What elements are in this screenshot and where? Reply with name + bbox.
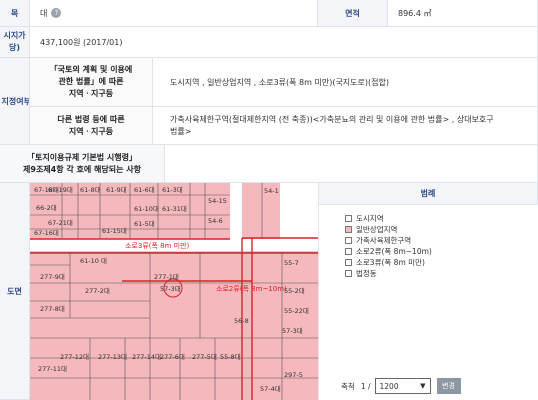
law2-label: 다른 법령 등에 따른 지역ㆍ지구등 <box>30 107 153 145</box>
zoning-header-text: 구등 지정여부 <box>0 96 30 106</box>
price-header: 시지가 당) <box>0 27 30 58</box>
blank-area-topright <box>280 183 318 239</box>
parcel-label: 277-14대 <box>132 353 161 361</box>
scale-value: 1200 <box>379 381 399 391</box>
legend-swatch <box>345 226 352 233</box>
law2-value-line2: 법률> <box>170 126 192 136</box>
parcel-label: 277-13대 <box>98 353 127 361</box>
scale-label: 축척 <box>341 381 355 391</box>
legend-item: 소로3류(폭 8m 미만) <box>345 257 538 268</box>
parcel-label: 54-1 <box>264 187 279 195</box>
price-header-line1: 시지가 <box>3 31 26 40</box>
parcel-label: 277-2대 <box>85 287 110 295</box>
scale-prefix: 1 / <box>360 381 371 391</box>
parcel-label: 277-5대 <box>192 353 217 361</box>
legend-label: 일반상업지역 <box>356 225 398 234</box>
zoning-header: 구등 지정여부 <box>0 58 30 145</box>
parcel-label: 277-1대 <box>154 273 179 281</box>
jimok-header: 목 <box>0 0 30 27</box>
legend-swatch <box>345 259 352 266</box>
parcel-label: 57-4대 <box>260 385 281 393</box>
road-vertical-top <box>230 183 242 239</box>
map-canvas[interactable]: 소로3류(폭 8m 미만) 소로2류(폭 8m~10m) 57-3대 67-18… <box>30 183 318 400</box>
parcel-label: 55-8대 <box>220 353 241 361</box>
parcel-label: 61-10 대 <box>80 257 107 265</box>
map-header: 도면 <box>0 183 30 400</box>
change-button[interactable]: 변경 <box>436 378 461 394</box>
enforce-label-line1: 「토지이용규제 기본법 시행령」 <box>27 152 137 162</box>
road-label-small: 소로3류(폭 8m 미만) <box>125 241 190 250</box>
legend-item: 도시지역 <box>345 213 538 224</box>
parcel-label: 67-16대 <box>34 229 59 237</box>
legend-item: 법정동 <box>345 268 538 279</box>
parcel-label: 54-6 <box>208 217 223 225</box>
cadastral-map[interactable]: 소로3류(폭 8m 미만) 소로2류(폭 8m~10m) 57-3대 67-18… <box>30 183 318 400</box>
parcel-label: 277-6대 <box>160 353 185 361</box>
legend-item: 일반상업지역 <box>345 224 538 235</box>
legend-swatch <box>345 215 352 222</box>
enforce-label-line2: 제9조제4항 각 호에 해당되는 사항 <box>23 164 141 174</box>
subject-parcel-label: 57-3대 <box>160 285 181 293</box>
scale-select[interactable]: 1200 ▼ <box>374 378 431 394</box>
parcel-label: 66-2대 <box>36 204 57 212</box>
price-header-line2: 당) <box>8 43 21 52</box>
parcel-label: 61-9대 <box>106 186 127 194</box>
parcel-label: 57-3대 <box>282 327 303 335</box>
law1-value: 도시지역 , 일반상업지역 , 소로3류(폭 8m 미만)(국지도로)(접합) <box>153 58 538 107</box>
law1-label-line3: 지역ㆍ지구등 <box>68 89 114 98</box>
law2-label-line1: 다른 법령 등에 따른 <box>57 114 125 124</box>
area-header: 면적 <box>318 0 388 27</box>
parcel-label: 67-19대 <box>48 186 73 194</box>
price-value: 437,100원 (2017/01) <box>30 27 538 58</box>
law1-label-line2: 관한 법률」에 따른 <box>58 77 124 86</box>
legend-label: 도시지역 <box>356 214 384 223</box>
legend-panel: 도시지역일반상업지역가축사육제한구역소로2류(폭 8m~10m) 소로3류(폭 8… <box>318 205 538 400</box>
help-icon[interactable]: ? <box>51 8 62 18</box>
jimok-value-cell: 대 ? <box>30 0 318 27</box>
law2-label-line2: 지역ㆍ지구등 <box>68 126 114 136</box>
legend-label: 가축사육제한구역 <box>356 236 412 245</box>
legend-label: 소로2류(폭 8m~10m) <box>356 247 432 256</box>
legend-label: 소로3류(폭 8m 미만) <box>356 258 425 267</box>
jimok-value: 대 <box>40 8 48 18</box>
parcel-label: 55-2대 <box>284 287 305 295</box>
area-value: 896.4 ㎡ <box>388 0 538 27</box>
parcel-label: 54-15 <box>208 197 227 205</box>
parcel-label: 61-6대 <box>134 186 155 194</box>
law2-value: 가축사육제한구역(절대제한지역 (전 축종))<가축분뇨의 관리 및 이용에 관… <box>153 107 538 145</box>
parcel-label: 61-5대 <box>134 220 155 228</box>
legend-swatch <box>345 270 352 277</box>
scale-control: 축척 1 / 1200 ▼ 변경 <box>341 378 461 394</box>
parcel-label: 277-12대 <box>60 353 89 361</box>
parcel-label: 55-7 <box>284 259 299 267</box>
legend-item: 소로2류(폭 8m~10m) <box>345 246 538 257</box>
parcel-label: 297-5 <box>284 371 303 379</box>
parcel-label: 61-31대 <box>162 205 187 213</box>
parcel-label: 61-8대 <box>80 186 101 194</box>
parcel-label: 277-9대 <box>40 273 65 281</box>
parcel-label: 277-8대 <box>40 305 65 313</box>
parcel-label: 61-10대 <box>134 205 159 213</box>
law1-label-line1: 「국토의 계획 및 이용에 <box>49 65 133 74</box>
parcel-label: 55-22대 <box>284 307 309 315</box>
legend-swatch <box>345 248 352 255</box>
parcel-label: 56-8 <box>234 317 249 325</box>
legend-item: 가축사육제한구역 <box>345 235 538 246</box>
parcel-label: 67-21대 <box>48 219 73 227</box>
law2-value-line1: 가축사육제한구역(절대제한지역 (전 축종))<가축분뇨의 관리 및 이용에 관… <box>170 114 494 124</box>
legend-label: 법정동 <box>356 269 377 278</box>
enforce-value <box>165 145 538 183</box>
legend-swatch <box>345 237 352 244</box>
legend-list: 도시지역일반상업지역가축사육제한구역소로2류(폭 8m~10m) 소로3류(폭 8… <box>345 213 538 279</box>
road-label-medium: 소로2류(폭 8m~10m) <box>216 285 287 293</box>
law1-label: 「국토의 계획 및 이용에 관한 법률」에 따른 지역ㆍ지구등 <box>30 58 153 107</box>
legend-header: 범례 <box>318 183 538 205</box>
enforce-label: 「토지이용규제 기본법 시행령」 제9조제4항 각 호에 해당되는 사항 <box>0 145 165 183</box>
parcel-label: 61-3대 <box>162 186 183 194</box>
parcel-label: 277-11대 <box>38 365 67 373</box>
parcel-label: 61-15대 <box>102 227 127 235</box>
chevron-down-icon: ▼ <box>420 382 426 390</box>
